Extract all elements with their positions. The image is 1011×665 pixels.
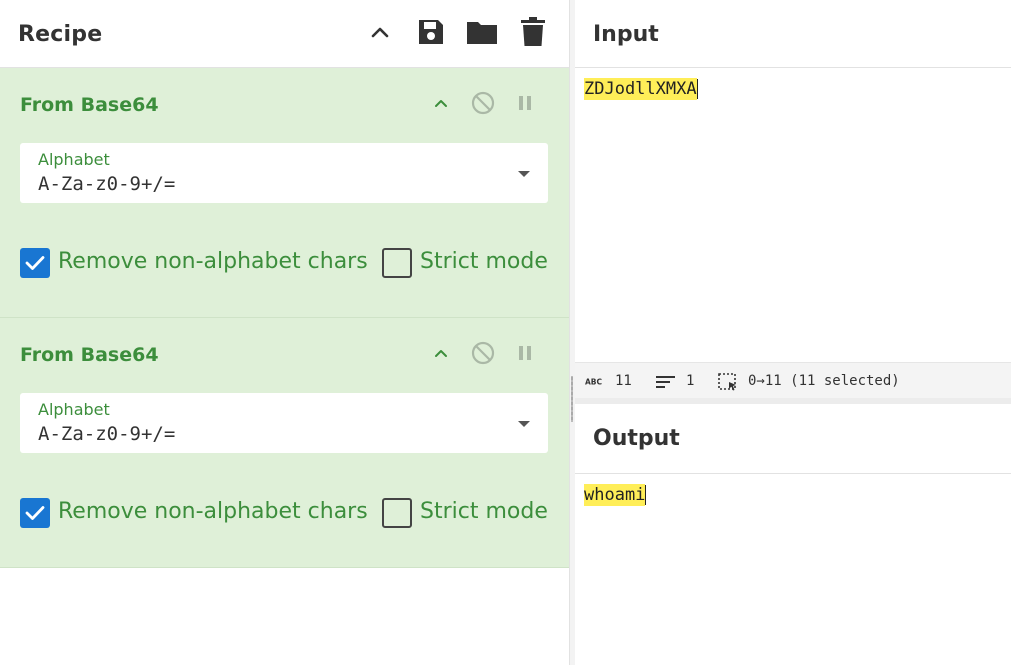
recipe-header: Recipe: [0, 0, 569, 68]
folder-icon[interactable]: [466, 16, 498, 48]
output-text: whoami: [584, 484, 646, 506]
output-textarea[interactable]: whoami: [584, 484, 647, 506]
alphabet-select[interactable]: Alphabet A-Za-z0-9+/=: [20, 143, 548, 203]
input-panel: Input ZDJodllXMXA: [575, 0, 1011, 362]
strict-mode-checkbox[interactable]: [382, 498, 412, 528]
strict-mode-label[interactable]: Strict mode: [420, 249, 548, 274]
input-status-bar: ABC 11 1 0→11 (11 selected): [575, 362, 1011, 398]
checkmark-icon: [25, 256, 45, 270]
chevron-up-icon[interactable]: [428, 90, 454, 116]
svg-text:ABC: ABC: [585, 378, 603, 387]
operation-from-base64: From Base64 Alphabet A-Za-z0-9+/= Remove…: [0, 68, 569, 318]
strict-mode-checkbox[interactable]: [382, 248, 412, 278]
output-header: Output: [575, 404, 1011, 474]
remove-non-alphabet-checkbox[interactable]: [20, 248, 50, 278]
text-cursor: [696, 79, 698, 99]
selection-icon: [718, 373, 736, 391]
alphabet-label: Alphabet: [38, 400, 110, 419]
strict-mode-label[interactable]: Strict mode: [420, 499, 548, 524]
caret-down-icon: [518, 421, 530, 427]
lines-count: 1: [686, 373, 695, 389]
checkmark-icon: [25, 506, 45, 520]
input-text: ZDJodllXMXA: [584, 78, 697, 100]
abc-length-icon: ABC: [585, 378, 603, 387]
input-header: Input: [575, 0, 1011, 68]
remove-non-alphabet-label[interactable]: Remove non-alphabet chars: [58, 249, 368, 274]
trash-icon[interactable]: [517, 16, 549, 48]
alphabet-value: A-Za-z0-9+/=: [38, 423, 176, 445]
selection-range: 0→11 (11 selected): [748, 373, 900, 389]
lines-icon: [656, 376, 675, 388]
recipe-title: Recipe: [18, 22, 103, 47]
remove-non-alphabet-label[interactable]: Remove non-alphabet chars: [58, 499, 368, 524]
input-title: Input: [593, 22, 659, 47]
alphabet-select[interactable]: Alphabet A-Za-z0-9+/=: [20, 393, 548, 453]
output-panel: Output whoami: [575, 404, 1011, 665]
pause-icon[interactable]: [512, 340, 538, 366]
caret-down-icon: [518, 171, 530, 177]
input-textarea[interactable]: ZDJodllXMXA: [584, 78, 698, 100]
disable-icon[interactable]: [470, 90, 496, 116]
disable-icon[interactable]: [470, 340, 496, 366]
alphabet-value: A-Za-z0-9+/=: [38, 173, 176, 195]
pause-icon[interactable]: [512, 90, 538, 116]
chevron-up-icon[interactable]: [428, 340, 454, 366]
operation-title: From Base64: [20, 344, 159, 366]
alphabet-label: Alphabet: [38, 150, 110, 169]
output-title: Output: [593, 426, 680, 451]
remove-non-alphabet-checkbox[interactable]: [20, 498, 50, 528]
length-count: 11: [615, 373, 632, 389]
drag-handle-icon[interactable]: [571, 376, 573, 422]
save-icon[interactable]: [415, 16, 447, 48]
recipe-panel: Recipe From Base64 Alphabet A-Za-z0-9+/=: [0, 0, 569, 665]
operation-title: From Base64: [20, 94, 159, 116]
text-cursor: [645, 485, 647, 505]
chevron-up-icon[interactable]: [364, 16, 396, 48]
operation-from-base64: From Base64 Alphabet A-Za-z0-9+/= Remove…: [0, 318, 569, 568]
